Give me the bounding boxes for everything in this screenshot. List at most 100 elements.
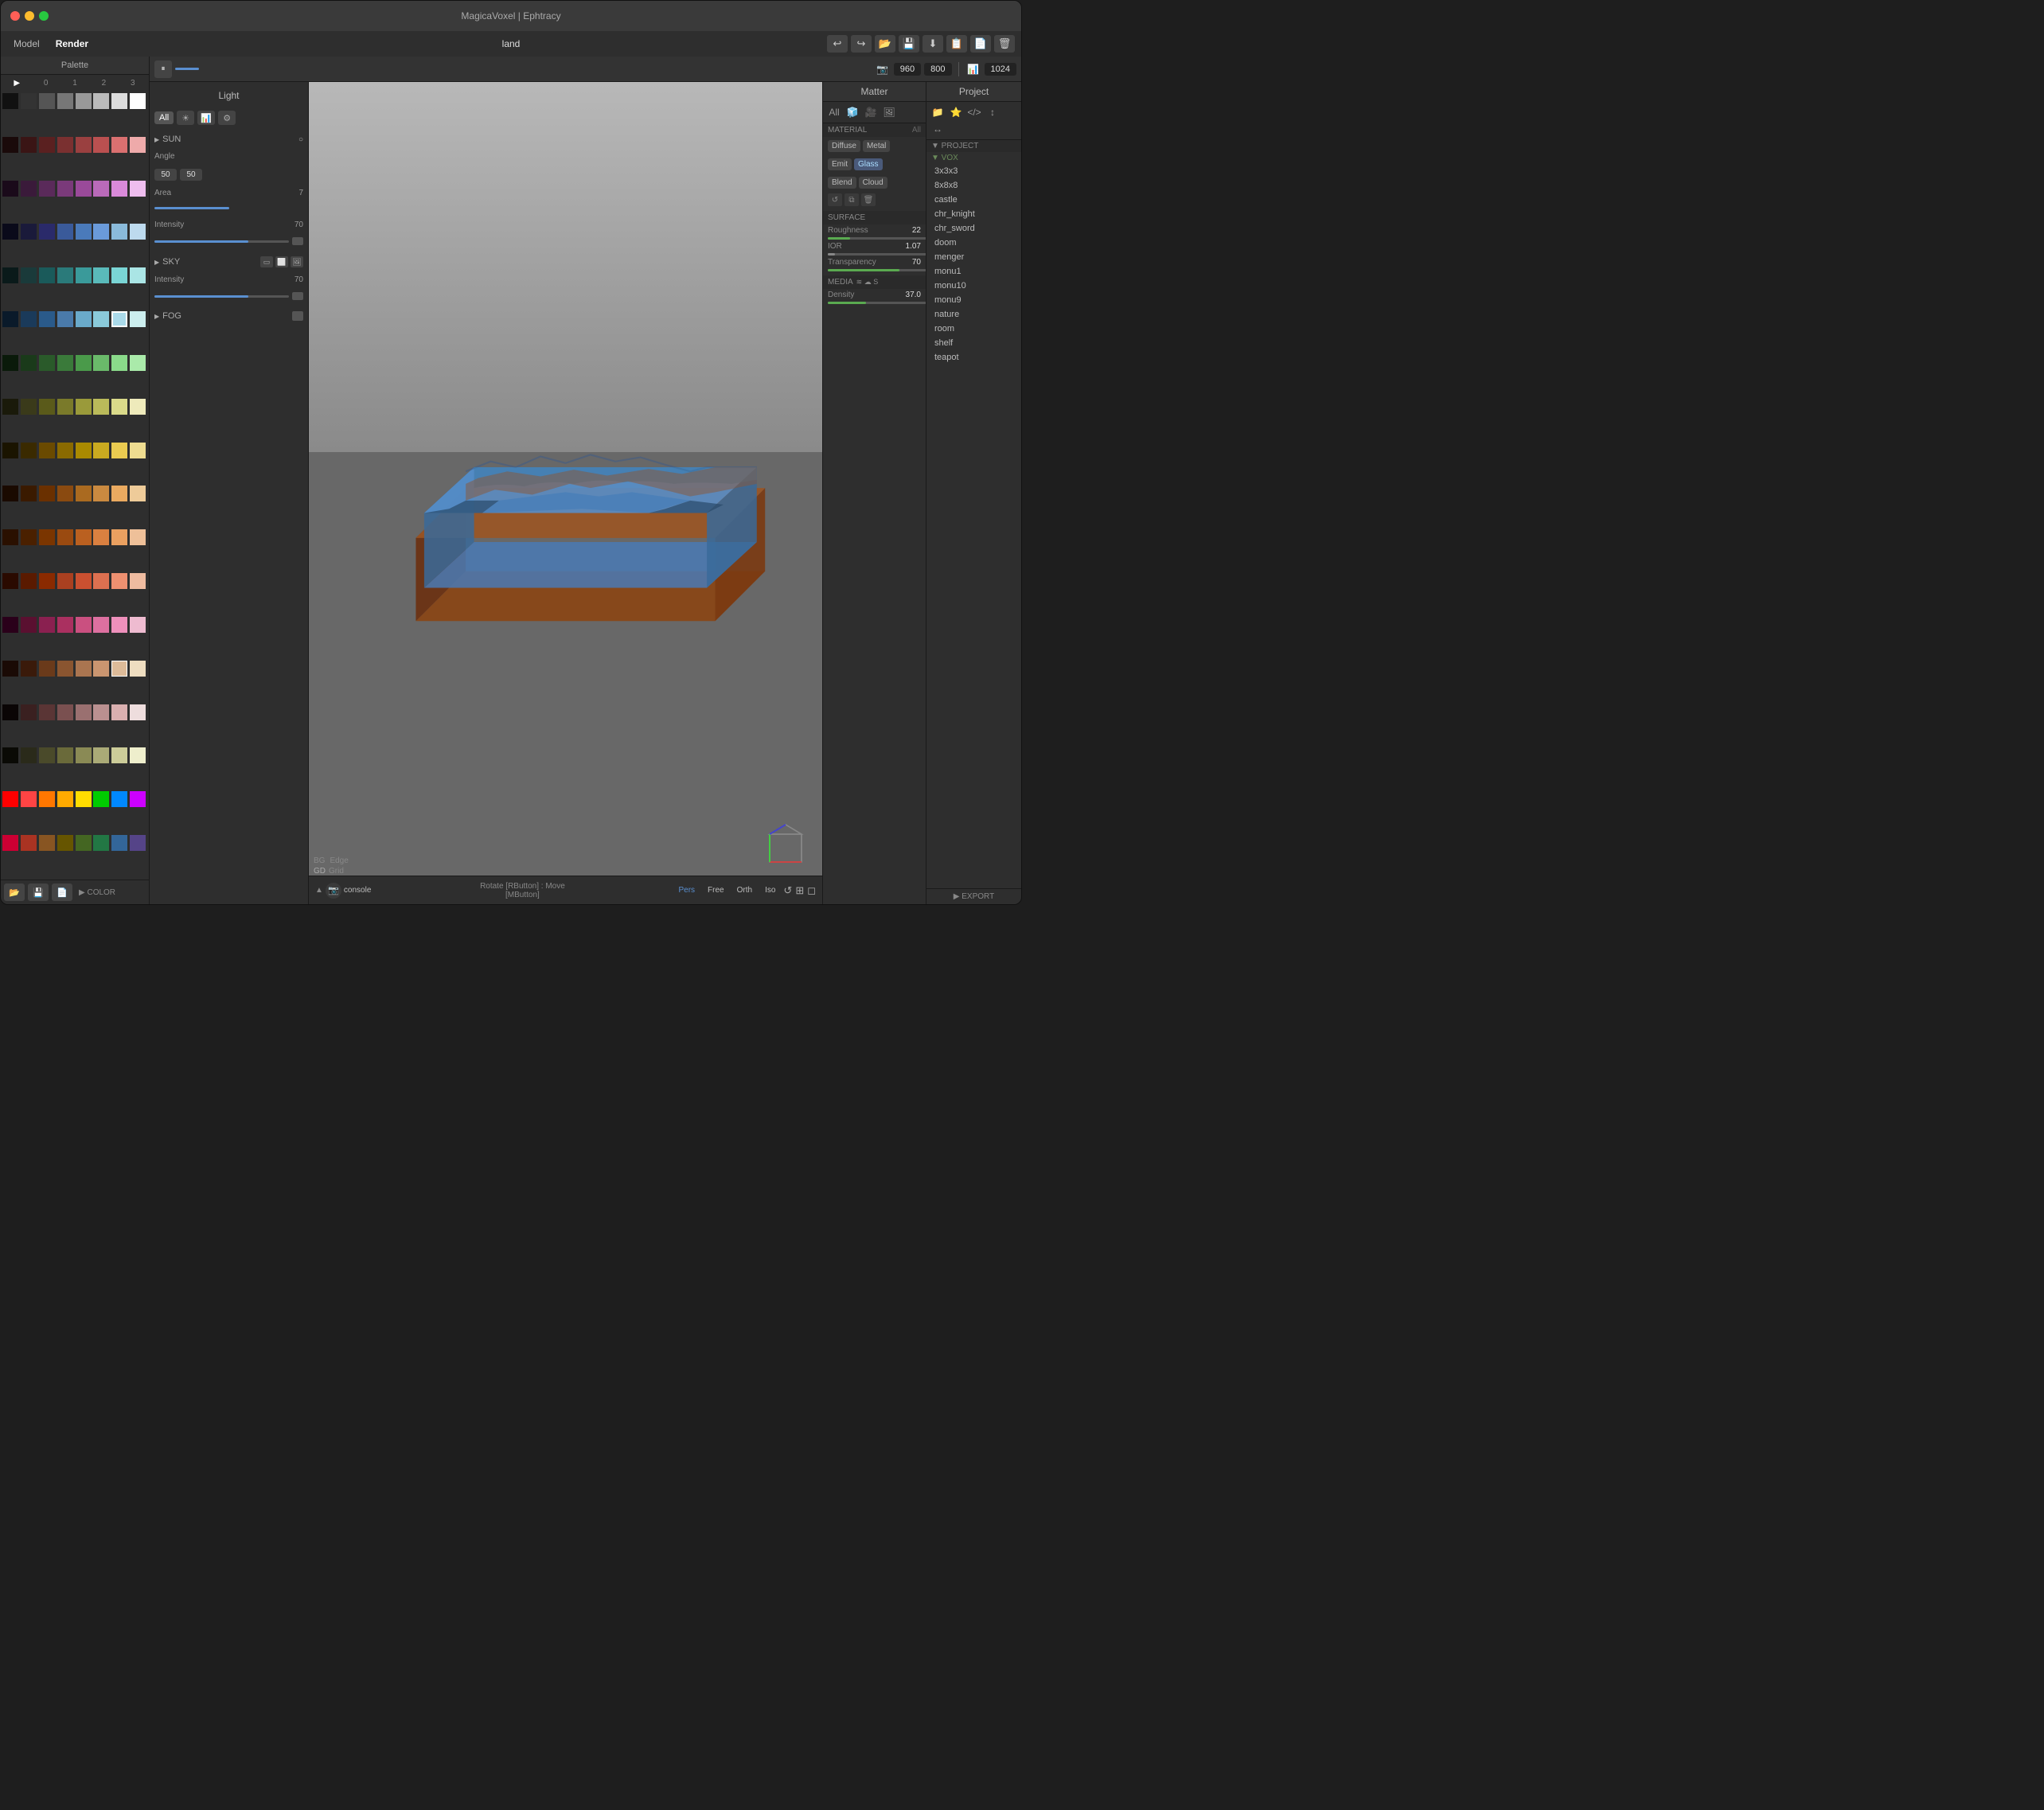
color-cell[interactable] (39, 267, 55, 283)
color-cell[interactable] (39, 181, 55, 197)
color-cell[interactable] (57, 443, 73, 458)
save-button[interactable]: 💾 (899, 35, 919, 53)
angle-val1[interactable]: 50 (154, 169, 177, 181)
color-cell[interactable] (130, 661, 146, 677)
color-cell[interactable] (111, 573, 127, 589)
color-cell[interactable] (2, 573, 18, 589)
color-cell[interactable] (130, 573, 146, 589)
metal-button[interactable]: Metal (863, 140, 890, 152)
project-item-monu10[interactable]: monu10 (926, 279, 1021, 293)
color-cell[interactable] (130, 137, 146, 153)
color-cell[interactable] (76, 311, 92, 327)
project-item-chr_knight[interactable]: chr_knight (926, 207, 1021, 221)
color-cell[interactable] (39, 311, 55, 327)
sky-icon1[interactable]: ▭ (260, 256, 273, 267)
color-cell[interactable] (130, 791, 146, 807)
light-filter-all[interactable]: All (154, 111, 174, 124)
color-cell[interactable] (76, 529, 92, 545)
color-cell[interactable] (21, 224, 37, 240)
color-cell[interactable] (2, 181, 18, 197)
matter-copy-icon[interactable]: ⧉ (845, 193, 859, 206)
color-cell[interactable] (57, 181, 73, 197)
color-cell[interactable] (93, 835, 109, 851)
color-cell[interactable] (130, 617, 146, 633)
camera-icon[interactable]: 📷 (875, 62, 891, 76)
color-cell[interactable] (21, 747, 37, 763)
project-item-8x8x8[interactable]: 8x8x8 (926, 178, 1021, 193)
color-cell-selected[interactable] (111, 311, 127, 327)
project-item-doom[interactable]: doom (926, 236, 1021, 250)
render-width[interactable]: 960 (894, 63, 921, 76)
color-cell[interactable] (93, 355, 109, 371)
chart-icon[interactable]: 📊 (965, 62, 981, 76)
project-item-room[interactable]: room (926, 322, 1021, 336)
color-cell[interactable] (76, 791, 92, 807)
glass-button[interactable]: Glass (854, 158, 883, 170)
color-cell[interactable] (93, 93, 109, 109)
color-cell[interactable] (39, 137, 55, 153)
color-cell[interactable] (2, 835, 18, 851)
project-item-monu9[interactable]: monu9 (926, 293, 1021, 307)
color-cell[interactable] (93, 529, 109, 545)
color-cell[interactable] (76, 399, 92, 415)
project-item-teapot[interactable]: teapot (926, 350, 1021, 365)
color-cell[interactable] (2, 93, 18, 109)
orth-button[interactable]: Orth (732, 884, 757, 896)
color-cell[interactable] (130, 704, 146, 720)
color-cell[interactable] (130, 835, 146, 851)
color-cell[interactable] (111, 443, 127, 458)
color-cell[interactable] (130, 529, 146, 545)
sun-intensity-toggle[interactable] (292, 237, 303, 245)
color-cell[interactable] (57, 835, 73, 851)
color-cell[interactable] (111, 747, 127, 763)
render-samples[interactable]: 1024 (985, 63, 1016, 76)
matter-refresh-icon[interactable]: ↺ (828, 193, 842, 206)
color-cell[interactable] (111, 93, 127, 109)
color-cell[interactable] (39, 573, 55, 589)
color-cell[interactable] (76, 93, 92, 109)
color-cell[interactable] (93, 573, 109, 589)
copy-button[interactable]: 📋 (946, 35, 967, 53)
color-cell[interactable] (57, 486, 73, 501)
color-cell[interactable] (76, 355, 92, 371)
color-cell[interactable] (21, 617, 37, 633)
matter-cam-icon[interactable]: 🎥 (863, 105, 879, 119)
color-cell[interactable] (21, 704, 37, 720)
color-cell[interactable] (130, 181, 146, 197)
palette-new-button[interactable]: 📄 (52, 884, 72, 901)
color-cell[interactable] (76, 224, 92, 240)
color-cell[interactable] (93, 311, 109, 327)
color-cell[interactable] (130, 267, 146, 283)
export-button[interactable]: ▶ EXPORT (926, 888, 1021, 904)
color-cell[interactable] (76, 267, 92, 283)
color-cell[interactable] (2, 791, 18, 807)
color-cell[interactable] (2, 486, 18, 501)
color-cell[interactable] (111, 181, 127, 197)
project-item-3x3x3[interactable]: 3x3x3 (926, 164, 1021, 178)
sky-intensity-toggle[interactable] (292, 292, 303, 300)
color-cell[interactable] (130, 311, 146, 327)
color-cell[interactable] (93, 704, 109, 720)
color-cell[interactable] (57, 791, 73, 807)
iso-button[interactable]: Iso (760, 884, 780, 896)
color-cell[interactable] (39, 835, 55, 851)
palette-tab-0[interactable]: 0 (32, 77, 59, 89)
color-cell[interactable] (39, 747, 55, 763)
color-cell[interactable] (2, 137, 18, 153)
palette-save-button[interactable]: 💾 (28, 884, 49, 901)
sky-icon3[interactable]: 🖼 (291, 256, 303, 267)
minimize-button[interactable] (25, 11, 34, 21)
color-cell[interactable] (39, 617, 55, 633)
color-cell[interactable] (57, 137, 73, 153)
color-cell[interactable] (21, 443, 37, 458)
project-item-nature[interactable]: nature (926, 307, 1021, 322)
project-item-shelf[interactable]: shelf (926, 336, 1021, 350)
color-cell[interactable] (21, 486, 37, 501)
color-cell[interactable] (76, 181, 92, 197)
color-cell[interactable] (2, 224, 18, 240)
roughness-slider[interactable] (828, 237, 926, 240)
color-cell[interactable] (130, 486, 146, 501)
project-item-monu1[interactable]: monu1 (926, 264, 1021, 279)
color-cell[interactable] (111, 224, 127, 240)
matter-img-icon[interactable]: 🖼 (881, 105, 897, 119)
